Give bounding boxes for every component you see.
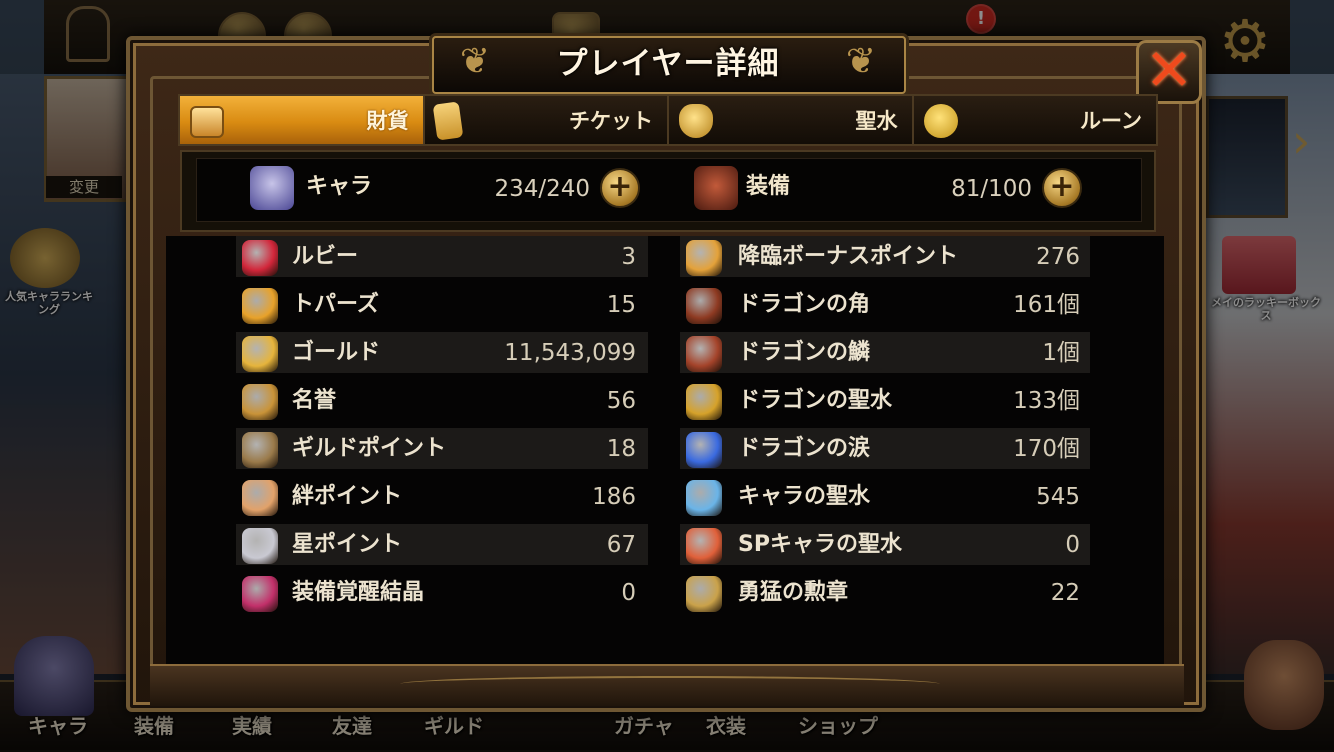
item-value: 1個 [1042,340,1080,366]
tab-currency[interactable]: 財貨 [180,96,425,144]
bond-point-icon [242,480,278,516]
item-label: 名誉 [292,388,337,413]
item-value: 67 [606,532,636,558]
lion-ornament-icon: ❦ [845,41,877,82]
awakening-crystal-icon [242,576,278,612]
item-label: トパーズ [292,292,379,317]
item-value: 0 [621,580,636,606]
item-label: ドラゴンの聖水 [738,388,893,413]
chara-capacity-label: キャラ [306,174,373,199]
equip-capacity-value: 81/100 [951,176,1032,202]
tab-label: 財貨 [366,109,409,133]
item-label: ゴールド [292,340,381,365]
treasure-chest-icon [190,106,224,138]
lion-ornament-icon: ❦ [459,41,491,82]
item-value: 170個 [1013,436,1080,462]
item-value: 133個 [1013,388,1080,414]
item-label: ドラゴンの角 [738,292,871,317]
star-point-icon [242,528,278,564]
tab-label: 聖水 [855,109,898,133]
tab-ticket[interactable]: チケット [424,96,669,144]
equipment-icon [694,166,738,210]
ticket-icon [432,101,463,141]
item-label: ドラゴンの涙 [738,436,871,461]
topaz-icon [242,288,278,324]
dragon-scale-icon [686,336,722,372]
valor-medal-icon [686,576,722,612]
advent-bonus-icon [686,240,722,276]
dragon-horn-icon [686,288,722,324]
add-equip-slot-button[interactable]: + [1042,168,1082,208]
item-value: 161個 [1013,292,1080,318]
sp-chara-holy-water-icon [686,528,722,564]
category-tabs: 財貨 チケット 聖水 ルーン [178,94,1158,146]
close-icon: ✕ [1144,36,1194,104]
item-label: 装備覚醒結晶 [292,580,425,605]
item-value: 56 [606,388,636,414]
bottom-ornament [400,676,940,692]
item-value: 18 [606,436,636,462]
item-value: 276 [1036,244,1080,270]
dialog-title: プレイヤー詳細 [556,46,780,82]
item-label: ルビー [292,244,359,269]
item-label: 絆ポイント [292,484,403,509]
item-value: 15 [606,292,636,318]
add-chara-slot-button[interactable]: + [600,168,640,208]
item-label: 星ポイント [292,532,403,557]
tab-label: チケット [569,109,653,133]
gold-coin-icon [242,336,278,372]
dragon-holy-water-icon [686,384,722,420]
item-value: 11,543,099 [504,340,636,366]
chara-capacity-value: 234/240 [494,176,590,202]
item-label: キャラの聖水 [738,484,871,509]
tab-holy-water[interactable]: 聖水 [669,96,914,144]
rune-icon [923,104,958,138]
equip-capacity-label: 装備 [746,174,791,199]
item-label: ドラゴンの鱗 [738,340,871,365]
chara-holy-water-icon [686,480,722,516]
dragon-tear-icon [686,432,722,468]
item-value: 22 [1050,580,1080,606]
ruby-icon [242,240,278,276]
item-label: SPキャラの聖水 [738,532,902,557]
guild-point-icon [242,432,278,468]
item-label: 勇猛の勲章 [738,580,849,605]
item-value: 0 [1065,532,1080,558]
item-label: ギルドポイント [292,436,447,461]
character-icon [250,166,294,210]
tab-label: ルーン [1080,109,1142,133]
holy-water-icon [679,104,713,138]
tab-rune[interactable]: ルーン [913,96,1156,144]
item-value: 3 [621,244,636,270]
item-value: 545 [1036,484,1080,510]
item-value: 186 [592,484,636,510]
honor-icon [242,384,278,420]
